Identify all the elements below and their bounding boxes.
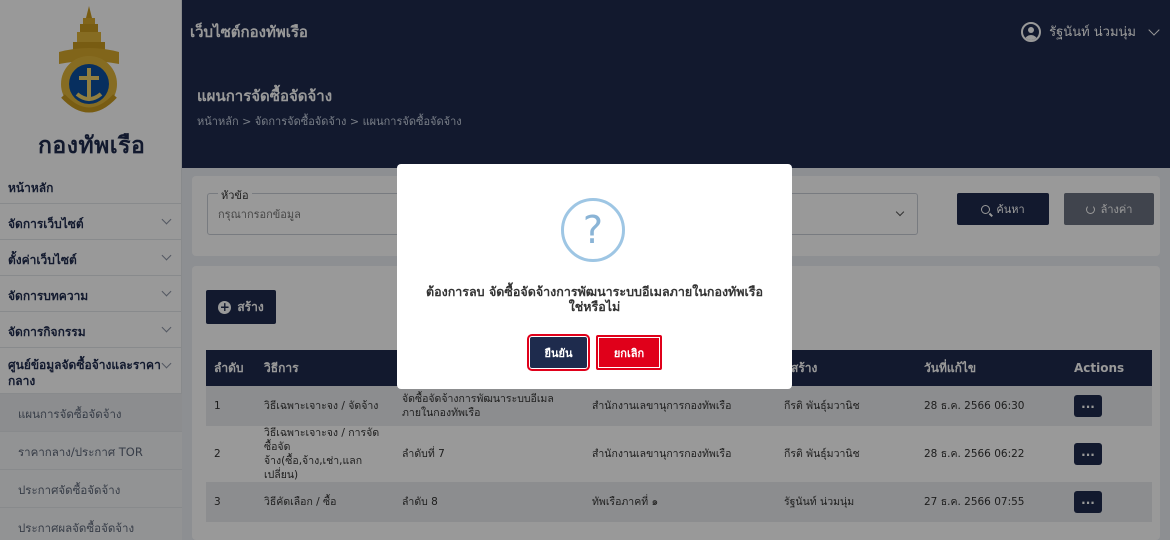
- confirm-button-label: ยืนยัน: [544, 346, 573, 360]
- cancel-button[interactable]: ยกเลิก: [596, 335, 662, 370]
- confirm-delete-dialog: ? ต้องการลบ จัดซื้อจัดจ้างการพัฒนาระบบอี…: [397, 164, 792, 389]
- dialog-message: ต้องการลบ จัดซื้อจัดจ้างการพัฒนาระบบอีเม…: [425, 284, 764, 314]
- cancel-button-label: ยกเลิก: [598, 337, 660, 368]
- confirm-button[interactable]: ยืนยัน: [527, 334, 590, 371]
- question-icon: ?: [561, 198, 625, 262]
